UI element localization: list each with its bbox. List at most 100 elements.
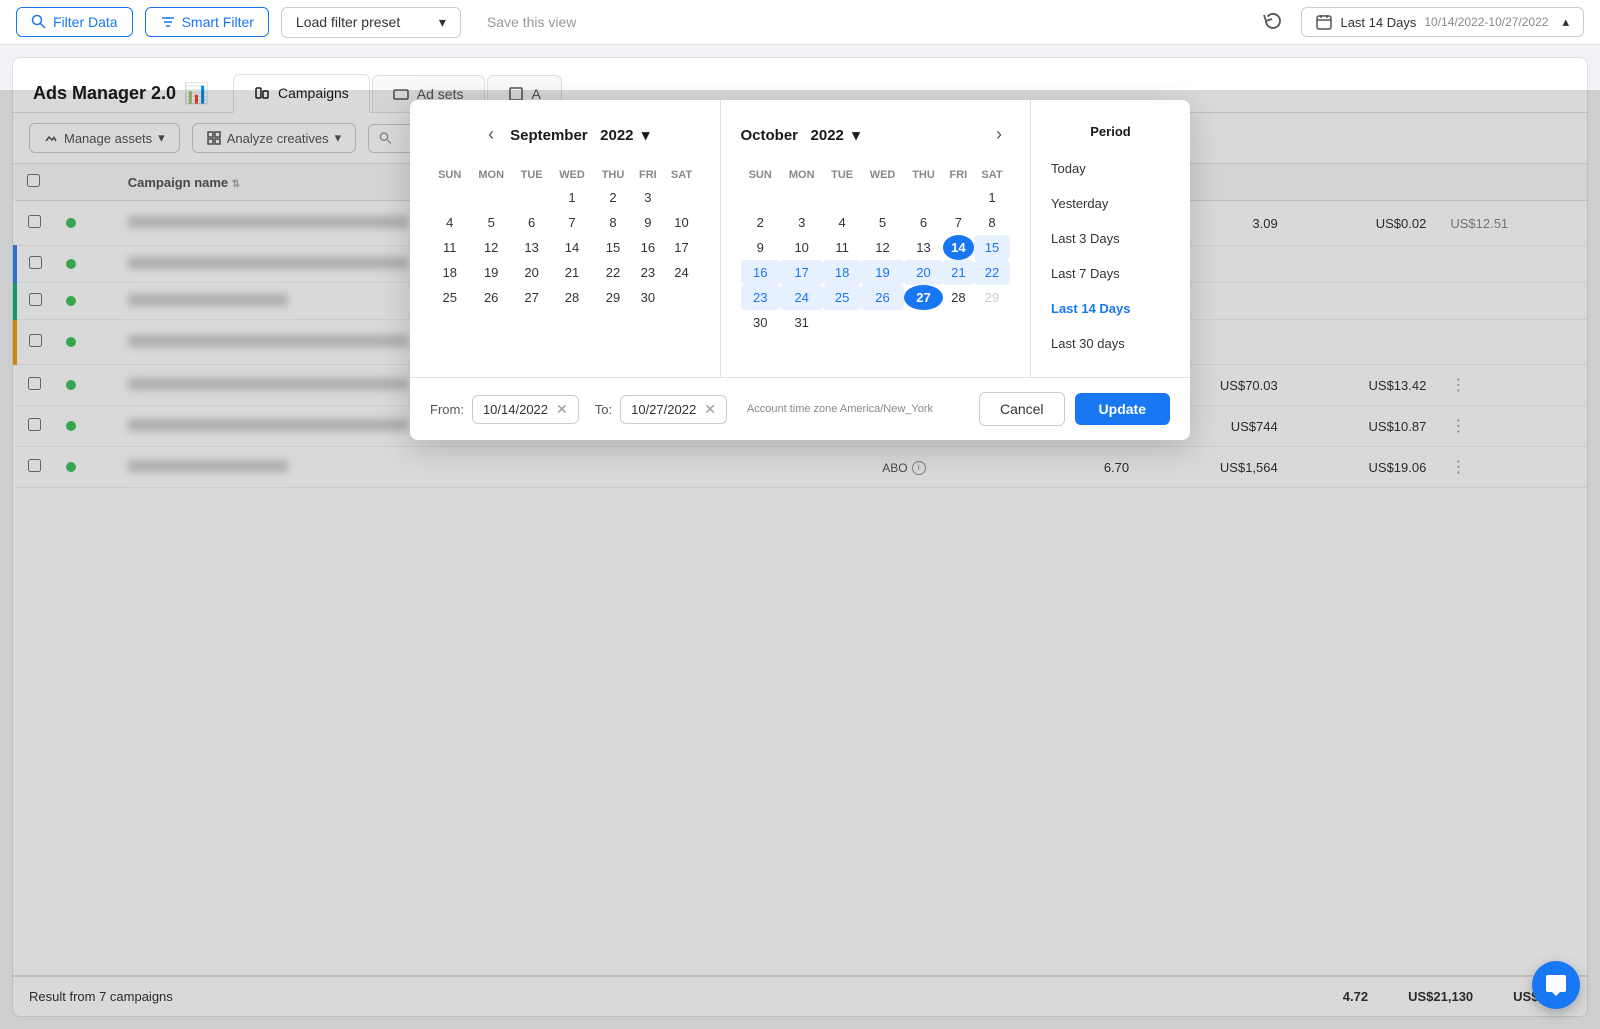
cal-day-range[interactable]: 25 (823, 285, 860, 310)
cal-day[interactable]: 18 (430, 260, 469, 285)
save-view-button[interactable]: Save this view (473, 8, 590, 36)
cal-day[interactable]: 9 (741, 235, 780, 260)
cal-day[interactable]: 1 (550, 185, 594, 210)
cal-day-selected-end[interactable]: 27 (904, 285, 942, 310)
period-last14days[interactable]: Last 14 Days (1031, 291, 1190, 326)
cal-day-range[interactable]: 22 (974, 260, 1010, 285)
cal-day-range[interactable]: 20 (904, 260, 942, 285)
cal-day[interactable]: 7 (550, 210, 594, 235)
cal-day[interactable]: 31 (780, 310, 824, 335)
cancel-button[interactable]: Cancel (979, 392, 1065, 426)
cal-day[interactable]: 10 (780, 235, 824, 260)
cal-day[interactable]: 10 (664, 210, 700, 235)
period-today[interactable]: Today (1031, 151, 1190, 186)
chat-bubble[interactable] (1532, 961, 1580, 1009)
cal-day[interactable]: 30 (632, 285, 663, 310)
cal-day-range[interactable]: 18 (823, 260, 860, 285)
cal-day[interactable]: 6 (904, 210, 942, 235)
cal-day-empty (904, 310, 942, 335)
update-button[interactable]: Update (1075, 393, 1170, 425)
cal-day-selected-start[interactable]: 14 (943, 235, 974, 260)
to-date-clear[interactable]: ✕ (704, 401, 716, 418)
from-label: From: (430, 402, 464, 417)
cal-day[interactable]: 3 (632, 185, 663, 210)
cal-day[interactable]: 12 (469, 235, 513, 260)
period-last30days[interactable]: Last 30 days (1031, 326, 1190, 361)
october-month-name: October (741, 127, 799, 144)
smart-filter-icon (160, 14, 176, 30)
cal-day[interactable]: 24 (664, 260, 700, 285)
cal-day-empty (513, 185, 550, 210)
cal-day[interactable]: 28 (550, 285, 594, 310)
cal-day[interactable]: 29 (594, 285, 632, 310)
refresh-button[interactable] (1257, 5, 1289, 40)
refresh-icon (1263, 11, 1283, 31)
next-month-button[interactable]: › (988, 120, 1010, 149)
cal-day[interactable]: 21 (550, 260, 594, 285)
from-date-input[interactable]: 10/14/2022 ✕ (472, 395, 579, 424)
top-toolbar: Filter Data Smart Filter Load filter pre… (0, 0, 1600, 45)
cal-day[interactable]: 4 (430, 210, 469, 235)
to-date-input[interactable]: 10/27/2022 ✕ (620, 395, 727, 424)
day-sun: SUN (430, 165, 469, 185)
period-yesterday[interactable]: Yesterday (1031, 186, 1190, 221)
chat-icon (1544, 973, 1568, 997)
cal-day[interactable]: 19 (469, 260, 513, 285)
cal-day[interactable]: 14 (550, 235, 594, 260)
cal-day-range[interactable]: 24 (780, 285, 824, 310)
cal-day-range[interactable]: 21 (943, 260, 974, 285)
cal-day[interactable]: 1 (974, 185, 1010, 210)
cal-day[interactable]: 13 (904, 235, 942, 260)
cal-day[interactable]: 28 (943, 285, 974, 310)
cal-day[interactable]: 27 (513, 285, 550, 310)
cal-day[interactable]: 22 (594, 260, 632, 285)
from-date-group: From: 10/14/2022 ✕ (430, 395, 579, 424)
cal-day[interactable]: 9 (632, 210, 663, 235)
cal-day[interactable]: 15 (594, 235, 632, 260)
cal-day[interactable]: 2 (741, 210, 780, 235)
smart-filter-button[interactable]: Smart Filter (145, 7, 269, 37)
cal-day[interactable]: 7 (943, 210, 974, 235)
cal-day[interactable]: 5 (469, 210, 513, 235)
cal-day-empty (904, 185, 942, 210)
cal-day[interactable]: 25 (430, 285, 469, 310)
cal-day[interactable]: 3 (780, 210, 824, 235)
cal-day[interactable]: 26 (469, 285, 513, 310)
cal-day-range[interactable]: 17 (780, 260, 824, 285)
cal-day[interactable]: 23 (632, 260, 663, 285)
cal-day[interactable]: 2 (594, 185, 632, 210)
cal-day[interactable]: 8 (594, 210, 632, 235)
filter-data-button[interactable]: Filter Data (16, 7, 133, 37)
cal-day[interactable]: 6 (513, 210, 550, 235)
cal-day[interactable]: 11 (823, 235, 860, 260)
cal-day[interactable]: 13 (513, 235, 550, 260)
day-mon: MON (469, 165, 513, 185)
period-last3days[interactable]: Last 3 Days (1031, 221, 1190, 256)
to-date-group: To: 10/27/2022 ✕ (595, 395, 727, 424)
october-year: 2022 (811, 127, 844, 144)
cal-day-range[interactable]: 15 (974, 235, 1010, 260)
cal-day[interactable]: 5 (861, 210, 905, 235)
datepicker-actions: Cancel Update (979, 392, 1170, 426)
cal-day[interactable]: 16 (632, 235, 663, 260)
cal-day-range[interactable]: 19 (861, 260, 905, 285)
prev-month-button[interactable]: ‹ (480, 120, 502, 149)
load-preset-button[interactable]: Load filter preset ▾ (281, 7, 461, 38)
cal-day[interactable]: 4 (823, 210, 860, 235)
cal-day[interactable]: 30 (741, 310, 780, 335)
date-range-button[interactable]: Last 14 Days 10/14/2022-10/27/2022 ▴ (1301, 7, 1584, 37)
from-date-value: 10/14/2022 (483, 402, 548, 417)
cal-day[interactable]: 12 (861, 235, 905, 260)
to-label: To: (595, 402, 612, 417)
cal-day-range[interactable]: 23 (741, 285, 780, 310)
cal-day-range[interactable]: 16 (741, 260, 780, 285)
from-date-clear[interactable]: ✕ (556, 401, 568, 418)
period-last7days[interactable]: Last 7 Days (1031, 256, 1190, 291)
cal-day-range[interactable]: 26 (861, 285, 905, 310)
cal-header-october: October 2022 ▾ › (741, 120, 1011, 149)
cal-day[interactable]: 11 (430, 235, 469, 260)
cal-day[interactable]: 20 (513, 260, 550, 285)
cal-day[interactable]: 8 (974, 210, 1010, 235)
cal-day[interactable]: 17 (664, 235, 700, 260)
september-year: 2022 (600, 127, 633, 144)
